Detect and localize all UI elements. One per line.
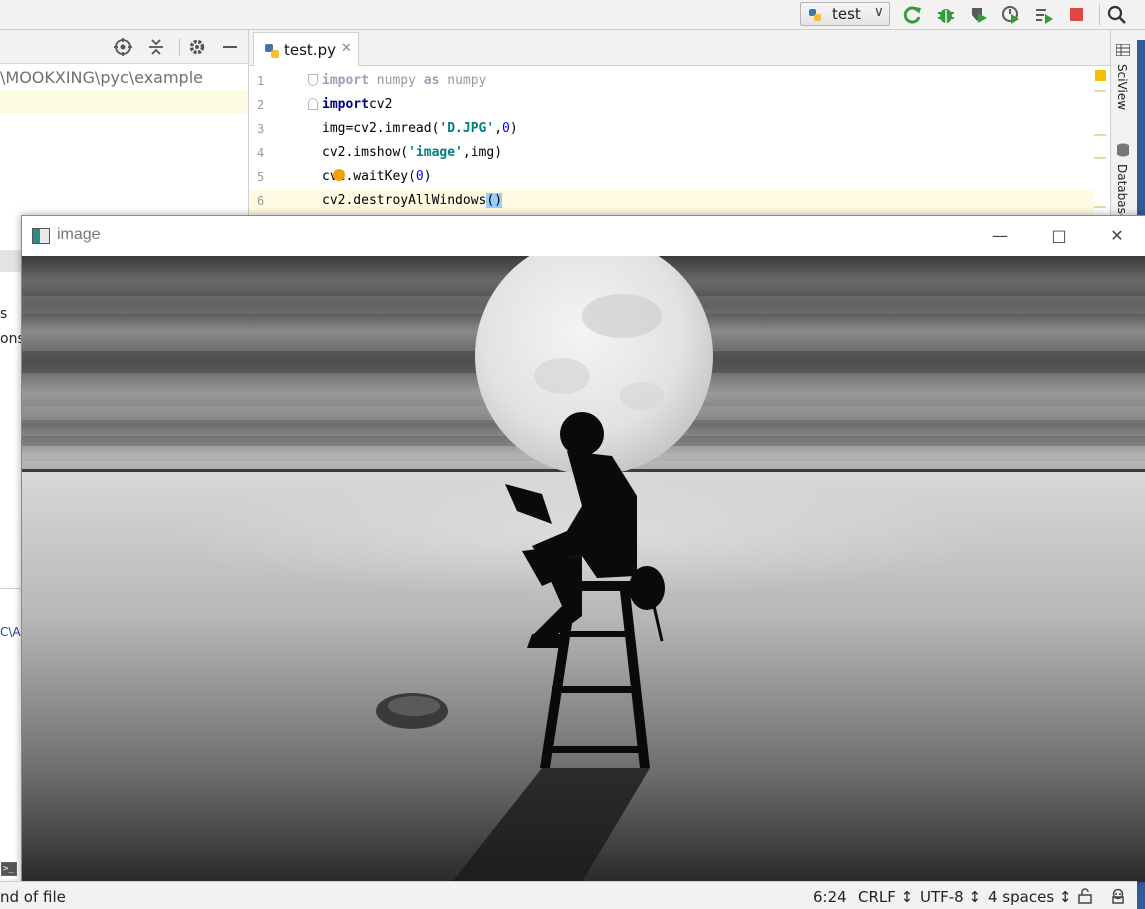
fold-marker[interactable] bbox=[308, 98, 318, 110]
line-number: 5 bbox=[257, 170, 265, 184]
sciview-icon bbox=[1116, 44, 1130, 56]
intention-bulb-icon[interactable] bbox=[333, 169, 345, 181]
minimize-button[interactable]: — bbox=[988, 224, 1012, 248]
tab-test-py[interactable]: test.py ✕ bbox=[253, 32, 359, 66]
run-with-coverage-icon[interactable] bbox=[969, 5, 989, 25]
code-token: , bbox=[494, 121, 503, 136]
code-token: cv2 bbox=[368, 97, 393, 112]
stop-icon[interactable] bbox=[1067, 5, 1087, 25]
python-file-icon bbox=[809, 9, 821, 21]
main-toolbar: test ∨ bbox=[0, 0, 1145, 30]
code-token: () bbox=[486, 193, 503, 208]
right-tool-strip: SciView Database bbox=[1110, 30, 1136, 221]
code-text: cv2.imshow('image',img) bbox=[322, 145, 502, 160]
chevron-down-icon: ∨ bbox=[873, 4, 884, 20]
status-message: nd of file bbox=[0, 888, 66, 906]
status-bar: nd of file 6:24 CRLF ↕ UTF-8 ↕ 4 spaces … bbox=[0, 881, 1137, 909]
project-panel-header bbox=[0, 30, 248, 64]
run-configuration-label: test bbox=[832, 5, 861, 23]
image-window[interactable]: image — □ ✕ bbox=[21, 215, 1145, 882]
code-token: import bbox=[322, 73, 369, 88]
code-token: numpy bbox=[439, 73, 487, 88]
image-window-title: image bbox=[57, 226, 101, 243]
code-token: img=cv2.imread( bbox=[322, 121, 440, 136]
warning-indicator[interactable] bbox=[1095, 70, 1106, 81]
gear-icon[interactable] bbox=[188, 38, 206, 56]
code-token: 0 bbox=[415, 169, 424, 184]
python-file-icon bbox=[265, 44, 279, 58]
line-number: 3 bbox=[257, 122, 265, 136]
code-token: 'image' bbox=[408, 145, 463, 160]
code-token: ) bbox=[423, 169, 432, 184]
editor-tab-bar: test.py ✕ bbox=[248, 30, 1110, 66]
indent-selector[interactable]: 4 spaces ↕ bbox=[988, 888, 1071, 906]
code-editor[interactable]: 1 import numpy as numpy 2 importcv2 3 img=cv2… bbox=[248, 66, 1110, 218]
code-line[interactable]: 1 import numpy as numpy bbox=[249, 70, 1094, 94]
close-tab-icon[interactable]: ✕ bbox=[341, 41, 352, 56]
code-token: cv2.destroyAllWindows bbox=[322, 193, 487, 208]
line-number: 6 bbox=[257, 194, 265, 208]
terminal-icon[interactable]: >_ bbox=[1, 862, 17, 876]
code-text: cv2.destroyAllWindows() bbox=[322, 193, 503, 208]
ide-window: s ons C\A >_ test ∨ \MOOKXING\pyc\exampl… bbox=[0, 0, 1145, 909]
code-token: 'D.JPG' bbox=[439, 121, 495, 136]
code-token: ) bbox=[509, 121, 518, 136]
tab-label: test.py bbox=[284, 41, 336, 59]
search-icon[interactable] bbox=[1107, 5, 1127, 25]
line-number: 4 bbox=[257, 146, 265, 160]
caret-position[interactable]: 6:24 bbox=[813, 888, 847, 906]
image-window-titlebar[interactable]: image — □ ✕ bbox=[22, 216, 1145, 256]
code-line[interactable]: 4 cv2.imshow('image',img) bbox=[249, 142, 1094, 166]
concurrency-diagram-icon[interactable] bbox=[1034, 5, 1054, 25]
scroll-marker bbox=[1094, 134, 1106, 136]
collapse-all-icon[interactable] bbox=[147, 38, 165, 56]
code-token: as bbox=[423, 73, 440, 88]
header-separator bbox=[179, 38, 180, 56]
database-tool-button[interactable]: Database bbox=[1115, 164, 1129, 221]
code-line[interactable]: 5 cv2.waitKey(0) bbox=[249, 166, 1094, 190]
code-text: import numpy as numpy bbox=[322, 73, 486, 88]
maximize-button[interactable]: □ bbox=[1047, 224, 1071, 248]
code-line[interactable]: 3 img=cv2.imread('D.JPG',0) bbox=[249, 118, 1094, 142]
code-token: cv2.imshow( bbox=[322, 145, 409, 160]
encoding-selector[interactable]: UTF-8 ↕ bbox=[920, 888, 981, 906]
code-line[interactable]: 6 cv2.destroyAllWindows() bbox=[249, 190, 1094, 214]
run-configuration-select[interactable]: test ∨ bbox=[800, 2, 890, 26]
run-panel-text: C\A bbox=[0, 625, 21, 639]
line-number: 1 bbox=[257, 74, 265, 88]
image-window-icon bbox=[32, 228, 50, 244]
toolbar-separator bbox=[1099, 4, 1100, 26]
left-panel-text: s bbox=[0, 306, 8, 322]
minimize-panel-icon[interactable] bbox=[221, 38, 239, 56]
close-button[interactable]: ✕ bbox=[1105, 224, 1129, 248]
grayscale-photo bbox=[22, 256, 1145, 882]
code-token: numpy bbox=[368, 73, 424, 88]
rerun-icon[interactable] bbox=[903, 5, 923, 25]
sciview-tool-button[interactable]: SciView bbox=[1115, 64, 1129, 110]
project-panel: \MOOKXING\pyc\example bbox=[0, 30, 248, 215]
code-text: importcv2 bbox=[322, 97, 392, 112]
image-display bbox=[22, 256, 1145, 882]
code-line[interactable]: 2 importcv2 bbox=[249, 94, 1094, 118]
line-ending-selector[interactable]: CRLF ↕ bbox=[858, 888, 913, 906]
fold-marker[interactable] bbox=[308, 74, 318, 86]
project-root-path[interactable]: \MOOKXING\pyc\example bbox=[0, 68, 203, 87]
code-token: import bbox=[322, 97, 369, 112]
scroll-marker bbox=[1094, 90, 1106, 92]
database-icon bbox=[1117, 143, 1129, 157]
lock-icon[interactable] bbox=[1078, 888, 1092, 904]
left-panel-header bbox=[0, 250, 22, 272]
code-token: ,img) bbox=[462, 145, 503, 160]
code-text: img=cv2.imread('D.JPG',0) bbox=[322, 121, 518, 136]
scroll-marker bbox=[1094, 206, 1106, 208]
inspector-icon[interactable] bbox=[1110, 888, 1126, 904]
profile-icon[interactable] bbox=[1001, 5, 1021, 25]
locate-file-icon[interactable] bbox=[114, 38, 132, 56]
code-token: 0 bbox=[502, 121, 510, 136]
debug-icon[interactable] bbox=[936, 5, 956, 25]
line-number: 2 bbox=[257, 98, 265, 112]
scroll-marker bbox=[1094, 157, 1106, 159]
project-selected-row[interactable] bbox=[0, 90, 248, 114]
